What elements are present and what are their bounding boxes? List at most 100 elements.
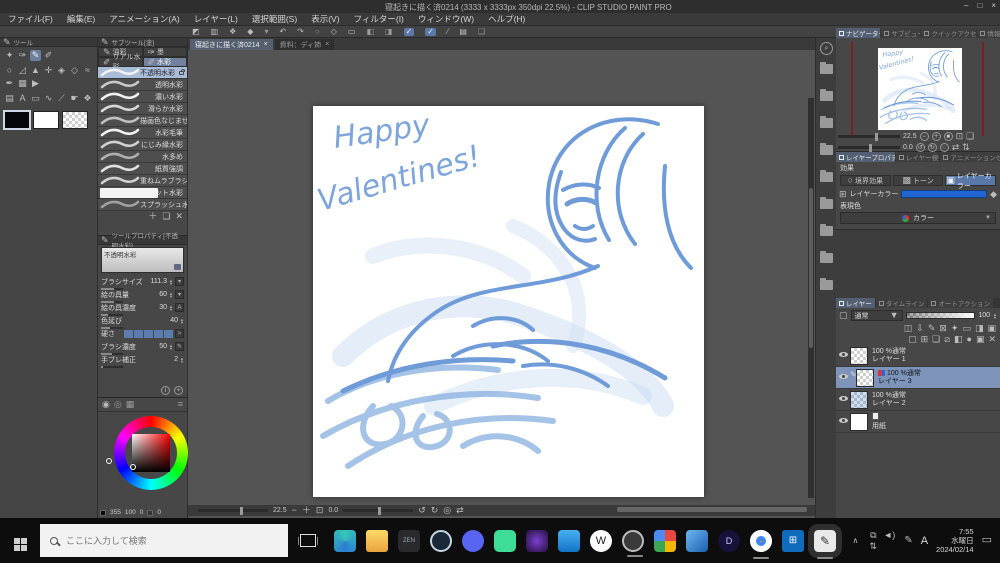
layer-thumbnail[interactable] [850,390,868,409]
hue-marker[interactable] [106,458,112,464]
color-slider-tab-icon[interactable]: ◎ [114,400,122,409]
task-view-icon[interactable] [298,534,318,547]
blend-mode-dropdown[interactable]: 通常 ▼ [850,310,903,321]
layer-color-button[interactable]: ▣ レイヤーカラー [945,173,997,190]
airbrush-tool-icon[interactable]: ✐ [43,50,54,61]
redo-icon[interactable]: ↷ [297,27,304,36]
tab-quick-access[interactable]: クイックアクセス [921,28,977,38]
microsoft-store-icon[interactable]: ⊞ [782,529,804,552]
add-subtool-icon[interactable]: ＋ [148,212,157,221]
sv-marker[interactable] [130,464,136,470]
eraser-tool-icon[interactable]: ◇ [69,65,80,76]
tab-animation-cel[interactable]: アニメーションセル [940,152,1000,162]
stepper-icon[interactable]: ▲ ▼ [169,304,173,311]
set-as-reference-icon[interactable]: ▣ [987,324,996,333]
material-folder-icon[interactable] [820,278,833,290]
document-tab[interactable]: 資料：ディ姉 × [274,39,335,50]
brush-row[interactable]: 描画色なじませ [98,115,187,127]
apply-mask-icon[interactable]: ▣ [976,335,985,344]
gradient-tool-icon[interactable]: ◈ [56,65,67,76]
eyedropper-tool-icon[interactable]: ✑ [17,50,28,61]
material-folder-icon[interactable] [820,170,833,182]
new-folder-icon[interactable]: ⊞ [921,335,929,344]
stabilization-value[interactable]: 2 [158,356,178,363]
undo-icon[interactable]: ↶ [279,27,286,36]
text-grid-tool-icon[interactable]: ▦ [17,78,28,89]
reference-layer-icon[interactable]: ⇩ [916,324,924,333]
steam-icon[interactable] [430,529,452,552]
brush-density-options-button[interactable]: ✎ [175,342,184,351]
nav-flip-horizontal-icon[interactable]: ⇄ [952,143,960,152]
expression-color-dropdown[interactable]: カラー ▼ [840,212,996,224]
tab-navigator[interactable]: ナビゲーター [836,28,881,38]
opacity-slider[interactable] [905,312,976,319]
visibility-eye-icon[interactable] [838,396,848,401]
clip-studio-paint-icon[interactable]: ✎ [808,523,842,559]
navigator-rotation-slider[interactable] [838,143,900,152]
taskbar-search[interactable] [40,524,288,557]
paper-icon[interactable]: ▤ [459,27,467,36]
nav-reset-icon[interactable]: ◌ [939,143,949,152]
menu-layer[interactable]: レイヤー(L) [194,13,238,25]
close-tab-icon[interactable]: × [264,41,268,48]
minimize-button[interactable]: – [964,1,968,10]
nav-fullscreen-icon[interactable]: ❏ [966,132,974,141]
opacity-value[interactable]: 100 [978,312,990,319]
brush-row[interactable]: 水彩毛筆 [98,127,187,139]
maximize-button[interactable]: □ [977,1,982,10]
taskbar-clock[interactable]: 7:55 水曜日 2024/02/14 [936,527,974,554]
balloon-tool-icon[interactable]: ▭ [30,93,41,104]
stepper-icon[interactable]: ▲ ▼ [180,317,184,324]
paint-density-value[interactable]: 30 [147,304,167,311]
paint-amount-options-button[interactable]: ▾ [175,290,184,299]
stepper-icon[interactable]: ▲ ▼ [169,291,173,298]
delete-layer-icon[interactable]: ✕ [988,335,996,344]
open-file-icon[interactable]: ❖ [229,27,236,36]
dark-app-icon[interactable]: ZEN [398,529,420,552]
layer-row[interactable]: 100 %通常 レイヤー 2 [836,389,1000,411]
start-button[interactable] [0,531,40,551]
nav-actual-size-icon[interactable]: ■ [943,132,953,141]
color-stretch-value[interactable]: 40 [158,317,178,324]
transparent-color-swatch[interactable] [62,111,88,129]
line-icon[interactable]: ∕ [447,27,448,36]
pen-input-icon[interactable]: ✎ [904,535,912,546]
blue-app-icon[interactable] [686,529,708,552]
menu-help[interactable]: ヘルプ(H) [488,13,525,25]
material-folder-icon[interactable] [820,197,833,209]
subtool-tab-realwater[interactable]: ✐リアル水彩 [98,54,143,71]
search-settings-icon[interactable]: + [174,386,183,395]
brush-row[interactable]: 濃い水彩 [98,91,187,103]
merge-down-icon[interactable]: ⧄ [944,335,950,344]
d-circle-app-icon[interactable]: D [718,529,740,552]
hardness-blocks[interactable] [124,329,173,338]
color-set-tab-icon[interactable]: ▦ [126,400,135,409]
material-folder-icon[interactable] [820,116,833,128]
gray-circle-app-icon[interactable] [622,529,644,557]
volume-icon[interactable]: ◄) [882,530,896,540]
snap-ruler-icon[interactable]: ✓ [403,27,415,36]
nav-zoom-out-icon[interactable]: − [919,132,929,141]
tab-information[interactable]: 情報 [977,28,1000,38]
stepper-icon[interactable]: ▲ ▼ [180,356,184,363]
select-area-icon[interactable]: ◧ [366,27,374,36]
copy-subtool-icon[interactable]: ❏ [162,212,170,221]
layer-thumbnail[interactable] [850,412,868,431]
rotation-slider[interactable] [343,506,414,515]
menu-filter[interactable]: フィルター(I) [354,13,404,25]
delete-subtool-icon[interactable]: ✕ [175,212,183,221]
tray-chevron-icon[interactable]: ∧ [852,536,858,545]
palette-options-icon[interactable]: ▢ [839,311,848,320]
stepper-icon[interactable]: ▲ ▼ [169,278,173,285]
drawing-canvas[interactable]: Happy Valentines! [313,106,704,497]
eraser-icon[interactable]: ◆ [247,27,253,36]
navigator-thumbnail[interactable] [878,48,962,130]
info-icon[interactable]: i [161,386,170,395]
navigator-zoom-slider[interactable] [838,132,900,141]
hand-tool-icon[interactable]: ☛ [69,93,80,104]
snap-special-ruler-icon[interactable]: ✓ [425,27,436,36]
flip-horizontal-icon[interactable]: ⇄ [456,506,464,515]
color-wheel-tab-icon[interactable]: ◉ [102,400,110,409]
menu-view[interactable]: 表示(V) [311,13,339,25]
material-folder-icon[interactable] [820,89,833,101]
